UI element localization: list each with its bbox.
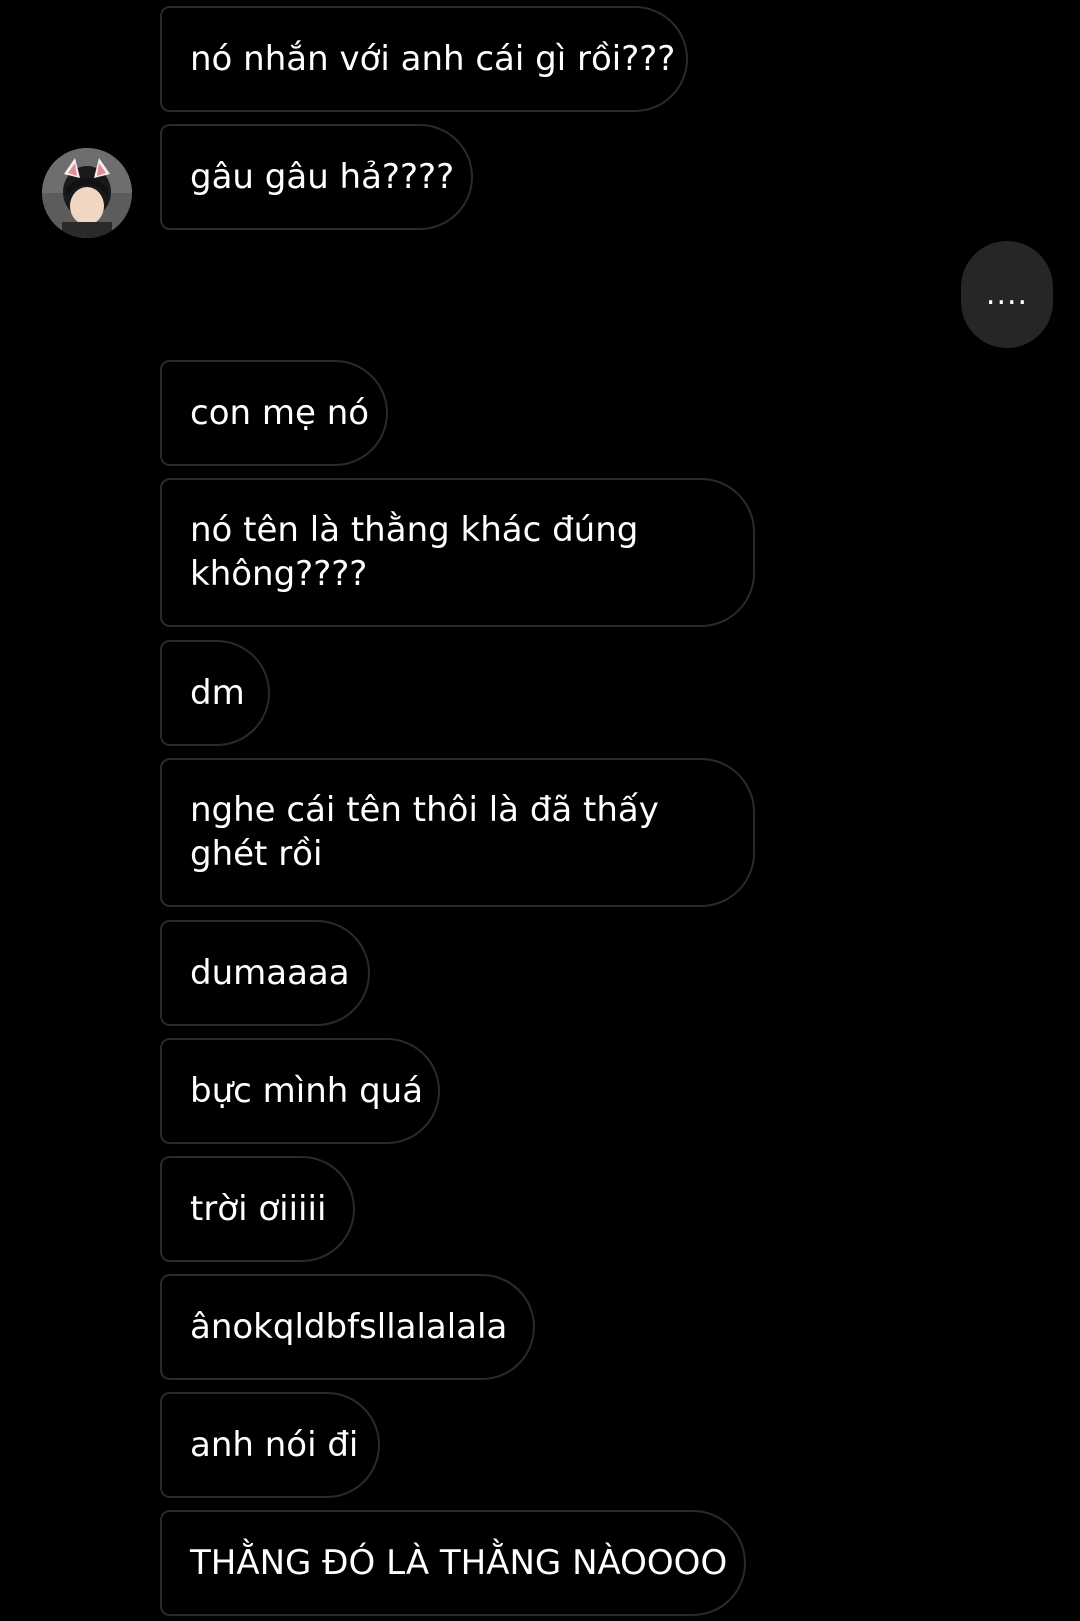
message-bubble[interactable]: dumaaaa bbox=[160, 920, 370, 1026]
message-text: bực mình quá bbox=[190, 1071, 424, 1111]
message-text: nó nhắn với anh cái gì rồi??? bbox=[190, 39, 676, 79]
message-text: anh nói đi bbox=[190, 1425, 359, 1465]
message-text: gâu gâu hả???? bbox=[190, 157, 455, 197]
message-text: dumaaaa bbox=[190, 953, 350, 993]
message-text: nó tên là thằng khác đúng không???? bbox=[190, 510, 639, 594]
message-bubble[interactable]: anh nói đi bbox=[160, 1392, 380, 1498]
typing-indicator: .... bbox=[961, 241, 1053, 348]
message-bubble[interactable]: gâu gâu hả???? bbox=[160, 124, 473, 230]
message-bubble[interactable]: con mẹ nó bbox=[160, 360, 388, 466]
message-text: THẰNG ĐÓ LÀ THẰNG NÀOOOO bbox=[190, 1543, 728, 1583]
avatar-image bbox=[42, 148, 132, 238]
message-bubble[interactable]: trời ơiiiii bbox=[160, 1156, 355, 1262]
message-text: trời ơiiiii bbox=[190, 1189, 327, 1229]
contact-avatar[interactable] bbox=[42, 148, 132, 238]
message-bubble[interactable]: nghe cái tên thôi là đã thấy ghét rồi bbox=[160, 758, 755, 907]
message-bubble[interactable]: THẰNG ĐÓ LÀ THẰNG NÀOOOO bbox=[160, 1510, 746, 1616]
message-text: dm bbox=[190, 673, 245, 713]
typing-dots: .... bbox=[985, 277, 1029, 312]
message-text: nghe cái tên thôi là đã thấy ghét rồi bbox=[190, 790, 659, 874]
message-bubble[interactable]: nó nhắn với anh cái gì rồi??? bbox=[160, 6, 688, 112]
message-text: ânokqldbfsllalalala bbox=[190, 1307, 508, 1347]
message-bubble[interactable]: bực mình quá bbox=[160, 1038, 440, 1144]
message-text: con mẹ nó bbox=[190, 393, 370, 433]
message-bubble[interactable]: dm bbox=[160, 640, 270, 746]
message-bubble[interactable]: ânokqldbfsllalalala bbox=[160, 1274, 535, 1380]
message-bubble[interactable]: nó tên là thằng khác đúng không???? bbox=[160, 478, 755, 627]
chat-thread: nó nhắn với anh cái gì rồi??? gâu gâu hả… bbox=[0, 0, 1080, 1621]
